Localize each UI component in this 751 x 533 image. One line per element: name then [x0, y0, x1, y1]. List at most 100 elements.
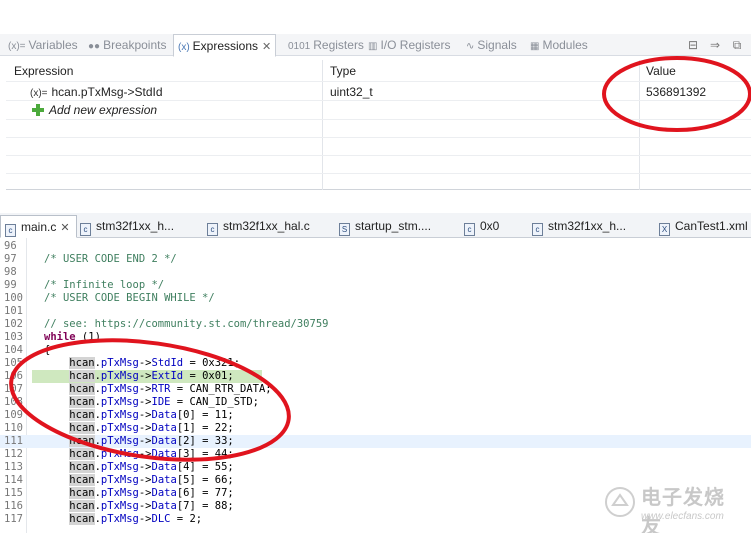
- breakpoints-icon: ●●: [88, 41, 101, 52]
- code-line[interactable]: 107 hcan.pTxMsg->RTR = CAN_RTR_DATA;: [0, 383, 751, 396]
- code-text: hcan.pTxMsg->Data[2] = 33;: [69, 435, 234, 447]
- expression-icon: (x)=: [30, 88, 48, 99]
- editor-tab[interactable]: c 0x0: [464, 215, 499, 238]
- c-file-icon: c: [80, 223, 91, 236]
- tab-registers[interactable]: 0101 Registers: [288, 34, 364, 56]
- view-toolbar: ⊟ ⇒ ⧉: [685, 37, 745, 53]
- line-number: 100: [4, 292, 23, 304]
- tab-io-registers[interactable]: ▥ I/O Registers: [368, 34, 450, 56]
- expression-type: uint32_t: [330, 85, 373, 99]
- line-number: 109: [4, 409, 23, 421]
- column-header-type[interactable]: Type: [330, 64, 356, 78]
- code-line[interactable]: 103 while (1): [0, 331, 751, 344]
- expressions-table: Expression Type Value (x)= hcan.pTxMsg->S…: [6, 60, 751, 190]
- code-text: /* USER CODE BEGIN WHILE */: [44, 292, 215, 304]
- code-line[interactable]: 113 hcan.pTxMsg->Data[4] = 55;: [0, 461, 751, 474]
- tab-breakpoints[interactable]: ●● Breakpoints: [88, 34, 166, 56]
- tab-variables[interactable]: (x)= Variables: [8, 34, 78, 56]
- code-text: hcan.pTxMsg->Data[4] = 55;: [69, 461, 234, 473]
- code-line[interactable]: 97 /* USER CODE END 2 */: [0, 253, 751, 266]
- expressions-icon: (x): [178, 42, 190, 53]
- line-number: 103: [4, 331, 23, 343]
- line-number: 106: [4, 370, 23, 382]
- c-file-icon: c: [464, 223, 475, 236]
- code-line[interactable]: 102 // see: https://community.st.com/thre…: [0, 318, 751, 331]
- editor-tab[interactable]: X CanTest1.xml: [659, 215, 748, 238]
- code-line[interactable]: 105 hcan.pTxMsg->StdId = 0x321;: [0, 357, 751, 370]
- close-icon[interactable]: ✕: [60, 222, 69, 234]
- code-line[interactable]: 110 hcan.pTxMsg->Data[1] = 22;: [0, 422, 751, 435]
- line-number: 115: [4, 487, 23, 499]
- tab-expressions[interactable]: (x) Expressions ✕: [173, 34, 277, 57]
- c-file-icon: c: [207, 223, 218, 236]
- tab-expressions-label: Expressions: [192, 39, 259, 53]
- code-text: while (1): [44, 331, 101, 343]
- line-number: 110: [4, 422, 23, 434]
- code-text: hcan.pTxMsg->Data[7] = 88;: [69, 500, 234, 512]
- line-number: 96: [4, 240, 17, 252]
- line-number: 105: [4, 357, 23, 369]
- code-text: /* Infinite loop */: [44, 279, 165, 291]
- code-line[interactable]: 96: [0, 240, 751, 253]
- editor-tab-label: stm32f1xx_h...: [548, 219, 627, 233]
- code-text: hcan.pTxMsg->ExtId = 0x01;: [69, 370, 234, 382]
- code-line[interactable]: 101: [0, 305, 751, 318]
- code-line[interactable]: 100 /* USER CODE BEGIN WHILE */: [0, 292, 751, 305]
- code-text: hcan.pTxMsg->RTR = CAN_RTR_DATA;: [69, 383, 272, 395]
- xml-file-icon: X: [659, 223, 670, 236]
- editor-tab-label: startup_stm....: [355, 219, 432, 233]
- editor-tab[interactable]: c stm32f1xx_hal.c: [207, 215, 310, 238]
- code-line[interactable]: 104 {: [0, 344, 751, 357]
- close-icon[interactable]: ✕: [262, 41, 271, 53]
- code-text: hcan.pTxMsg->StdId = 0x321;: [69, 357, 241, 369]
- collapse-all-icon[interactable]: ⊟: [685, 37, 701, 53]
- tab-signals-label: Signals: [477, 38, 517, 52]
- code-text: hcan.pTxMsg->Data[5] = 66;: [69, 474, 234, 486]
- code-line[interactable]: 112 hcan.pTxMsg->Data[3] = 44;: [0, 448, 751, 461]
- line-number: 108: [4, 396, 23, 408]
- watermark: 电子发烧友 www.elecfans.com: [603, 479, 743, 533]
- line-number: 101: [4, 305, 23, 317]
- remove-all-icon[interactable]: ⧉: [729, 37, 745, 53]
- c-file-icon: c: [532, 223, 543, 236]
- expression-row[interactable]: (x)= hcan.pTxMsg->StdId: [30, 85, 163, 99]
- tab-registers-label: Registers: [313, 38, 364, 52]
- watermark-url: www.elecfans.com: [641, 511, 724, 522]
- code-text: hcan.pTxMsg->Data[6] = 77;: [69, 487, 234, 499]
- code-line[interactable]: 111 hcan.pTxMsg->Data[2] = 33;: [0, 435, 751, 448]
- code-text: hcan.pTxMsg->Data[1] = 22;: [69, 422, 234, 434]
- expression-value[interactable]: 536891392: [646, 85, 706, 99]
- code-line[interactable]: 98: [0, 266, 751, 279]
- tab-modules[interactable]: ▦ Modules: [530, 34, 588, 56]
- add-new-expression[interactable]: Add new expression: [32, 103, 157, 117]
- code-text: // see: https://community.st.com/thread/…: [44, 318, 329, 330]
- editor-tab-main-c[interactable]: c main.c ✕: [0, 215, 77, 238]
- line-number: 98: [4, 266, 17, 278]
- tab-signals[interactable]: ∿ Signals: [466, 34, 517, 56]
- line-number: 111: [4, 435, 23, 447]
- variables-icon: (x)=: [8, 41, 26, 52]
- line-number: 116: [4, 500, 23, 512]
- editor-tab[interactable]: Sstartup_stm....: [339, 215, 431, 238]
- io-registers-icon: ▥: [368, 41, 378, 52]
- code-text: hcan.pTxMsg->DLC = 2;: [69, 513, 203, 525]
- editor-tab[interactable]: c stm32f1xx_h...: [532, 215, 626, 238]
- code-text: hcan.pTxMsg->Data[0] = 11;: [69, 409, 234, 421]
- code-text: /* USER CODE END 2 */: [44, 253, 177, 265]
- column-header-expression[interactable]: Expression: [14, 64, 73, 78]
- tab-modules-label: Modules: [542, 38, 588, 52]
- editor-tab[interactable]: c stm32f1xx_h...: [80, 215, 174, 238]
- column-header-value[interactable]: Value: [646, 64, 676, 78]
- add-watch-icon[interactable]: ⇒: [707, 37, 723, 53]
- code-text: hcan.pTxMsg->Data[3] = 44;: [69, 448, 234, 460]
- line-number: 113: [4, 461, 23, 473]
- editor-tab-label: main.c: [21, 220, 57, 234]
- code-line[interactable]: 106 hcan.pTxMsg->ExtId = 0x01;: [0, 370, 751, 383]
- editor-tab-label: 0x0: [480, 219, 500, 233]
- editor-tab-label: stm32f1xx_hal.c: [223, 219, 310, 233]
- code-line[interactable]: 109 hcan.pTxMsg->Data[0] = 11;: [0, 409, 751, 422]
- code-line[interactable]: 99 /* Infinite loop */: [0, 279, 751, 292]
- watermark-logo-icon: [605, 487, 635, 517]
- code-line[interactable]: 108 hcan.pTxMsg->IDE = CAN_ID_STD;: [0, 396, 751, 409]
- line-number: 112: [4, 448, 23, 460]
